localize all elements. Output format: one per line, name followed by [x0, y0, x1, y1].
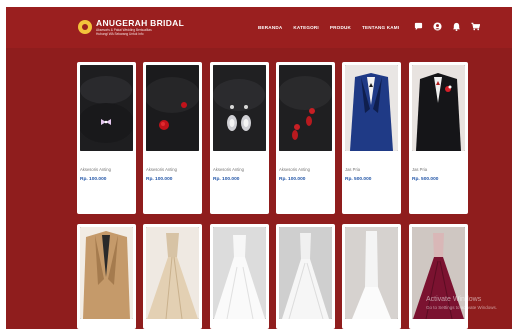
product-card[interactable]: [143, 224, 202, 329]
chat-icon[interactable]: [414, 22, 423, 31]
product-card[interactable]: [409, 224, 468, 329]
activate-windows-watermark: Activate Windows Go to Settings to activ…: [426, 296, 497, 312]
watermark-subtitle: Go to Settings to activate Windows.: [426, 305, 498, 310]
product-card[interactable]: [77, 224, 136, 329]
product-image-black-suit: [412, 65, 465, 151]
nav-link-kategori[interactable]: KATEGORI: [293, 25, 319, 30]
brand-subtitle-2: Hubungi WA Sekarang Untuk Info: [96, 32, 144, 37]
product-card[interactable]: Aksesoris Anting Rp. 100.000: [143, 62, 202, 214]
brand-text: ANUGERAH BRIDAL Aksesoris & Pakai Weddin…: [96, 18, 184, 36]
bell-icon[interactable]: [452, 22, 461, 31]
product-card[interactable]: Jas Pria Rp. 500.000: [409, 62, 468, 214]
product-image-white-mermaid-gown: [345, 227, 398, 319]
product-image-white-ballgown: [213, 227, 266, 319]
product-image-earring-red-rose: [146, 65, 199, 151]
product-card[interactable]: Aksesoris Anting Rp. 100.000: [210, 62, 269, 214]
product-image-earring-bow: [80, 65, 133, 151]
product-price: Rp. 100.000: [213, 177, 240, 182]
product-name: Aksesoris Anting: [80, 167, 111, 172]
product-card[interactable]: [210, 224, 269, 329]
product-price: Rp. 500.000: [345, 177, 372, 182]
nav-links: BERANDA KATEGORI PRODUK TENTANG KAMI: [258, 25, 399, 30]
brand-logo-icon: [78, 20, 92, 34]
screen-edge-top: [0, 0, 516, 7]
product-name: Aksesoris Anting: [213, 167, 244, 172]
product-name: Aksesoris Anting: [146, 167, 177, 172]
product-image-tan-suit: [80, 227, 133, 319]
nav-link-tentang-kami[interactable]: TENTANG KAMI: [362, 25, 399, 30]
product-price: Rp. 500.000: [412, 177, 439, 182]
product-image-champagne-gown: [146, 227, 199, 319]
nav-link-produk[interactable]: PRODUK: [330, 25, 351, 30]
product-price: Rp. 100.000: [146, 177, 173, 182]
product-card[interactable]: [342, 224, 401, 329]
screen-edge-left: [0, 0, 6, 329]
product-image-earring-red-dangle: [279, 65, 332, 151]
cart-icon[interactable]: [471, 22, 480, 31]
product-card[interactable]: Aksesoris Anting Rp. 100.000: [77, 62, 136, 214]
user-icon[interactable]: [433, 22, 442, 31]
product-name: Jas Pria: [412, 167, 428, 172]
nav-icons: [414, 22, 480, 31]
product-price: Rp. 100.000: [80, 177, 107, 182]
product-card[interactable]: [276, 224, 335, 329]
product-image-earring-crystal: [213, 65, 266, 151]
product-image-blue-suit: [345, 65, 398, 151]
page-background: ANUGERAH BRIDAL Aksesoris & Pakai Weddin…: [0, 0, 516, 329]
product-price: Rp. 100.000: [279, 177, 306, 182]
navbar: ANUGERAH BRIDAL Aksesoris & Pakai Weddin…: [6, 7, 512, 48]
watermark-title: Activate Windows: [426, 296, 482, 303]
nav-link-beranda[interactable]: BERANDA: [258, 25, 282, 30]
product-card[interactable]: Aksesoris Anting Rp. 100.000: [276, 62, 335, 214]
product-name: Jas Pria: [345, 167, 361, 172]
product-name: Aksesoris Anting: [279, 167, 310, 172]
product-card[interactable]: Jas Pria Rp. 500.000: [342, 62, 401, 214]
screen-edge-right: [512, 0, 516, 329]
brand-title: ANUGERAH BRIDAL: [96, 18, 185, 28]
product-image-white-tulle-gown: [279, 227, 332, 319]
brand[interactable]: ANUGERAH BRIDAL Aksesoris & Pakai Weddin…: [78, 18, 184, 36]
